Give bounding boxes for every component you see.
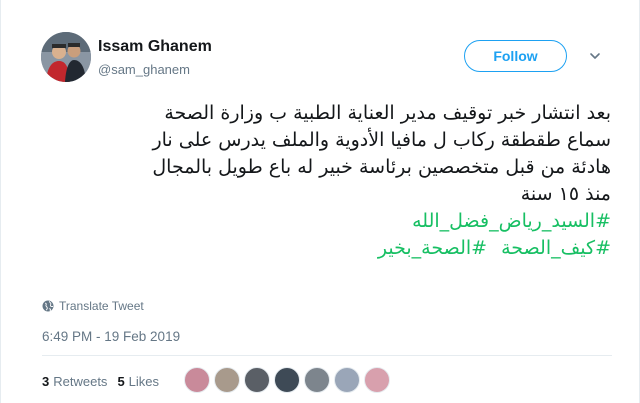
divider <box>42 355 612 356</box>
tweet-text: بعد انتشار خبر توقيف مدير العناية الطبية… <box>41 100 611 262</box>
avatar[interactable] <box>41 32 91 82</box>
retweets-stat[interactable]: 3 Retweets <box>42 374 107 389</box>
tweet-stats: 3 Retweets 5 Likes <box>42 374 169 389</box>
liker-avatar[interactable] <box>304 367 330 393</box>
retweets-count: 3 <box>42 373 50 389</box>
chevron-down-icon[interactable] <box>589 50 601 62</box>
avatar-photo <box>41 32 91 82</box>
liker-avatar[interactable] <box>244 367 270 393</box>
translate-tweet-link[interactable]: Translate Tweet <box>42 298 144 314</box>
liker-avatars <box>184 367 394 395</box>
likes-stat[interactable]: 5 Likes <box>117 374 159 389</box>
hashtag-link[interactable]: #كيف_الصحة <box>501 237 611 259</box>
liker-avatar[interactable] <box>334 367 360 393</box>
liker-avatar[interactable] <box>184 367 210 393</box>
likes-count: 5 <box>117 373 125 389</box>
tweet-text-line: منذ ١٥ سنة <box>520 183 611 205</box>
likes-label: Likes <box>128 373 160 389</box>
liker-avatar[interactable] <box>364 367 390 393</box>
tweet-header: Issam Ghanem @sam_ghanem Follow <box>41 32 611 84</box>
liker-avatar[interactable] <box>274 367 300 393</box>
tweet-text-line: بعد انتشار خبر توقيف مدير العناية الطبية… <box>164 102 611 124</box>
hashtag-link[interactable]: #الصحة_بخير <box>378 237 487 259</box>
hashtag-link[interactable]: #السيد_رياض_فضل_الله <box>412 210 611 232</box>
author-name[interactable]: Issam Ghanem <box>98 38 212 56</box>
liker-avatar[interactable] <box>214 367 240 393</box>
hashtag-line: #كيف_الصحة #الصحة_بخير <box>41 235 611 262</box>
translate-label: Translate Tweet <box>59 299 144 313</box>
follow-button[interactable]: Follow <box>464 40 567 72</box>
author-handle[interactable]: @sam_ghanem <box>98 62 190 77</box>
tweet-text-line: هادئة من قبل متخصصين برئاسة خبير له باع … <box>152 156 611 178</box>
tweet-card: Issam Ghanem @sam_ghanem Follow بعد انتش… <box>0 0 640 403</box>
tweet-timestamp[interactable]: 6:49 PM - 19 Feb 2019 <box>42 329 180 344</box>
tweet-text-line: سماع طقطقة ركاب ل مافيا الأدوية والملف ي… <box>152 129 611 151</box>
retweets-label: Retweets <box>53 373 108 389</box>
hashtag-line: #السيد_رياض_فضل_الله <box>41 208 611 235</box>
globe-icon <box>42 300 54 312</box>
